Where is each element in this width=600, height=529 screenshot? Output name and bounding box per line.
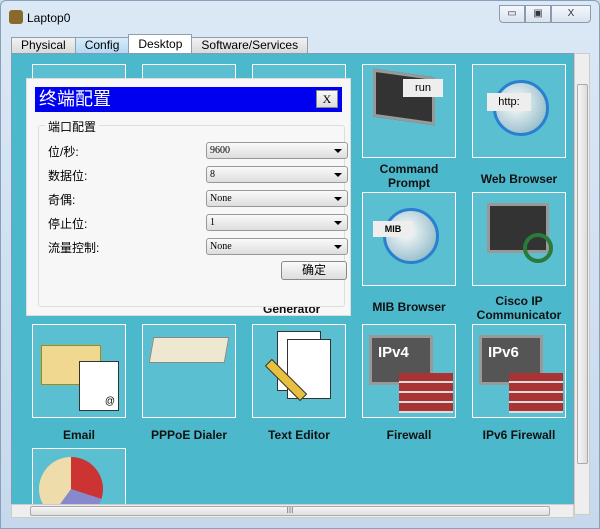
app-email[interactable]: @ Email: [32, 324, 126, 442]
parity-label: 奇偶:: [48, 193, 76, 207]
app-firewall[interactable]: IPv4 Firewall: [362, 324, 456, 442]
app-pppoe-dialer[interactable]: PPPoE Dialer: [142, 324, 236, 442]
data-bits-label: 数据位:: [48, 169, 88, 183]
tab-physical[interactable]: Physical: [11, 37, 76, 54]
tab-config[interactable]: Config: [74, 37, 130, 54]
dialog-title-bar: 终端配置 X: [35, 87, 342, 112]
app-web-browser[interactable]: http: Web Browser: [472, 64, 566, 186]
maximize-button[interactable]: ▣: [525, 5, 551, 23]
tab-desktop[interactable]: Desktop: [128, 34, 193, 54]
pppoe-dialer-icon: [142, 324, 236, 418]
ip-communicator-icon: [472, 192, 566, 286]
port-config-group: 端口配置 位/秒: 9600 数据位: 8 奇偶: None 停止位: 1 流量…: [38, 118, 348, 307]
minimize-button[interactable]: ▭: [499, 5, 525, 23]
data-bits-select[interactable]: 8: [206, 166, 348, 183]
ok-button[interactable]: 确定: [281, 261, 347, 280]
ipv6-firewall-icon: IPv6: [472, 324, 566, 418]
flow-control-label: 流量控制:: [48, 241, 100, 255]
email-icon: @: [32, 324, 126, 418]
baud-select[interactable]: 9600: [206, 142, 348, 159]
laptop-app-icon: [9, 10, 23, 24]
web-browser-icon: http:: [472, 64, 566, 158]
app-ipv6-firewall[interactable]: IPv6 IPv6 Firewall: [472, 324, 566, 442]
mib-browser-icon: MIB: [362, 192, 456, 286]
app-mib-browser[interactable]: MIB MIB Browser: [362, 192, 456, 314]
dialog-title: 终端配置: [39, 89, 111, 109]
parity-select[interactable]: None: [206, 190, 348, 207]
firewall-icon: IPv4: [362, 324, 456, 418]
stop-bits-select[interactable]: 1: [206, 214, 348, 231]
laptop-window: Laptop0 ▭ ▣ X Physical Config Desktop So…: [0, 0, 600, 529]
dialog-close-button[interactable]: X: [316, 90, 338, 108]
baud-label: 位/秒:: [48, 145, 79, 159]
app-label-generator: Generator: [263, 307, 321, 316]
window-title: Laptop0: [27, 11, 71, 25]
horizontal-scrollbar[interactable]: III: [11, 504, 574, 518]
app-command-prompt[interactable]: run Command Prompt: [362, 64, 456, 190]
vertical-scrollbar[interactable]: [574, 53, 590, 515]
stop-bits-label: 停止位:: [48, 217, 88, 231]
close-button[interactable]: X: [551, 5, 591, 23]
group-legend: 端口配置: [45, 118, 100, 135]
app-text-editor[interactable]: Text Editor: [252, 324, 346, 442]
terminal-config-dialog: 终端配置 X 端口配置 位/秒: 9600 数据位: 8 奇偶: None 停止…: [26, 78, 351, 316]
tab-software-services[interactable]: Software/Services: [191, 37, 309, 54]
flow-control-select[interactable]: None: [206, 238, 348, 255]
command-prompt-icon: run: [362, 64, 456, 158]
app-cisco-ip-communicator[interactable]: Cisco IP Communicator: [472, 192, 566, 322]
text-editor-icon: [252, 324, 346, 418]
